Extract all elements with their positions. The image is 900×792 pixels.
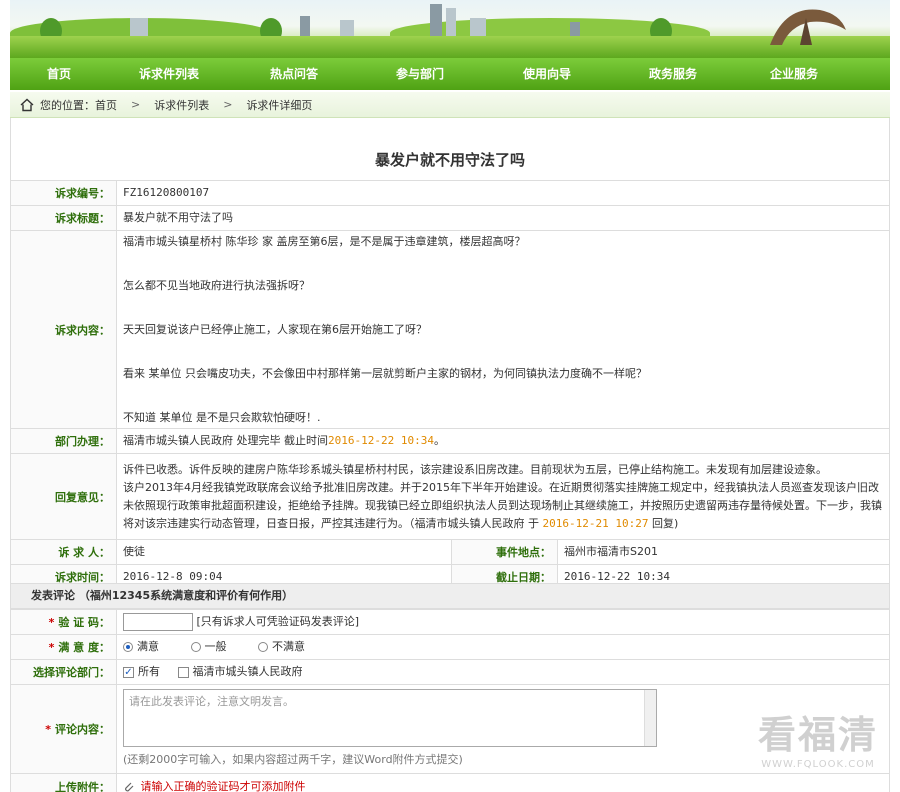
breadcrumb-separator: > [131,98,141,111]
rating-unsatisfied-label[interactable]: 不满意 [272,640,305,653]
dept-label: 部门办理： [10,428,117,454]
dept-handling-text: 福清市城头镇人民政府 处理完毕 截止时间 [123,434,328,447]
comment-placeholder: 请在此发表评论，注意文明发言。 [129,695,294,708]
attach-row: 请输入正确的验证码才可添加附件 [116,773,890,792]
captcha-row: [只有诉求人可凭验证码发表评论] [116,609,890,635]
petition-content: 福清市城头镇星桥村 陈华珍 家 盖房至第6层，是不是属于违章建筑，楼层超高呀？ … [116,230,890,429]
petition-detail-table: 诉求编号： FZ16120800107 诉求标题： 暴发户就不用守法了吗 诉求内… [10,180,890,590]
rating-row: 满意 一般 不满意 [116,634,890,660]
banner-building [130,18,148,38]
main-nav: 首页 诉求件列表 热点问答 参与部门 使用向导 政务服务 企业服务 [10,58,890,90]
dept-select-row: ✓ 所有 福清市城头镇人民政府 [116,659,890,685]
nav-business-services[interactable]: 企业服务 [734,58,854,90]
event-location: 福州市福清市S201 [557,539,890,565]
banner-building [470,18,486,38]
dept-all-checkbox[interactable]: ✓ [123,666,134,678]
content-paragraph: 天天回复说该户已经停止施工，人家现在第6层开始施工了呀？ [123,323,427,336]
comment-heading: 发表评论 （福州12345系统满意度和评价有何作用） [10,583,890,609]
dept-all-label[interactable]: 所有 [138,665,160,678]
banner-building [300,16,310,38]
number-label: 诉求编号： [10,180,117,206]
content-paragraph: 不知道 某单位 是不是只会欺软怕硬呀！. [123,411,321,424]
reply-date: 2016-12-21 10:27 [542,516,649,530]
attach-label: 上传附件： [10,773,117,792]
reply-paragraph: 诉件已收悉。诉件反映的建房户陈华珍系城头镇星桥村村民，该宗建设系旧房改建。目前现… [123,462,827,476]
captcha-note: [只有诉求人可凭验证码发表评论] [196,615,360,628]
breadcrumb-home[interactable]: 您的位置：首页 [40,97,117,113]
reply-label: 回复意见： [10,453,117,540]
content-paragraph: 怎么都不见当地政府进行执法强拆呀？ [123,279,310,292]
captcha-input[interactable] [123,613,193,631]
comment-textarea[interactable]: 请在此发表评论，注意文明发言。 [123,689,657,747]
sculpture-graphic [770,9,846,45]
content-paragraph: 看来 某单位 只会嘴皮功夫，不会像田中村那样第一层就剪断户主家的钢材，为何同镇执… [123,367,647,380]
nav-departments[interactable]: 参与部门 [358,58,482,90]
dept-handling: 福清市城头镇人民政府 处理完毕 截止时间2016-12-22 10:34。 [116,428,890,454]
dept-town-gov-checkbox[interactable] [177,666,189,678]
nav-home[interactable]: 首页 [10,58,108,90]
breadcrumb-current: 诉求件详细页 [246,98,313,112]
watermark-url: WWW.FQLOOK.COM [761,759,875,770]
page-title: 暴发户就不用守法了吗 [10,118,890,180]
content-label: 诉求内容： [10,230,117,429]
breadcrumb-petition-list[interactable]: 诉求件列表 [154,97,209,113]
nav-hot-qa[interactable]: 热点问答 [230,58,358,90]
nav-user-guide[interactable]: 使用向导 [482,58,612,90]
paperclip-icon [125,782,134,791]
rating-satisfied-label[interactable]: 满意 [137,640,159,653]
comment-content-label: * 评论内容： [10,684,117,774]
banner-building [446,8,456,38]
textarea-scrollbar[interactable] [644,690,656,746]
dept-deadline: 2016-12-22 10:34 [328,434,434,447]
dept-select-label: 选择评论部门： [10,659,117,685]
reply-content: 诉件已收悉。诉件反映的建房户陈华珍系城头镇星桥村村民，该宗建设系旧房改建。目前现… [116,453,890,540]
rating-label: * 满 意 度： [10,634,117,660]
banner-building [430,4,442,38]
watermark-text: 看福清 [757,713,878,757]
breadcrumb: 您的位置：首页 > 诉求件列表 > 诉求件详细页 [10,92,890,118]
petition-subject: 暴发户就不用守法了吗 [116,205,890,231]
reply-paragraph: 该户2013年4月经我镇党政联席会议给予批准旧房改建。并于2015年下半年开始建… [123,480,882,530]
dept-suffix: 。 [433,434,445,447]
petition-number: FZ16120800107 [116,180,890,206]
nav-gov-services[interactable]: 政务服务 [612,58,734,90]
banner-grass [10,36,890,58]
subject-label: 诉求标题： [10,205,117,231]
rating-unsatisfied-radio[interactable] [258,642,268,652]
nav-petition-list[interactable]: 诉求件列表 [108,58,230,90]
rating-neutral-radio[interactable] [190,642,201,652]
attach-note: 请输入正确的验证码才可添加附件 [140,779,306,792]
dept-town-gov-label[interactable]: 福清市城头镇人民政府 [193,665,303,678]
breadcrumb-separator: > [223,98,233,111]
header-banner [10,0,890,58]
captcha-label: * 验 证 码： [10,609,117,635]
location-label: 事件地点： [451,539,558,565]
home-icon [20,98,34,111]
rating-satisfied-radio[interactable] [123,642,133,652]
petitioner: 使徒 [116,539,452,565]
content-paragraph: 福清市城头镇星桥村 陈华珍 家 盖房至第6层，是不是属于违章建筑，楼层超高呀？ [123,235,526,248]
petitioner-label: 诉 求 人： [10,539,117,565]
rating-neutral-label[interactable]: 一般 [205,640,227,653]
watermark-logo: 看福清 WWW.FQLOOK.COM [758,704,878,770]
